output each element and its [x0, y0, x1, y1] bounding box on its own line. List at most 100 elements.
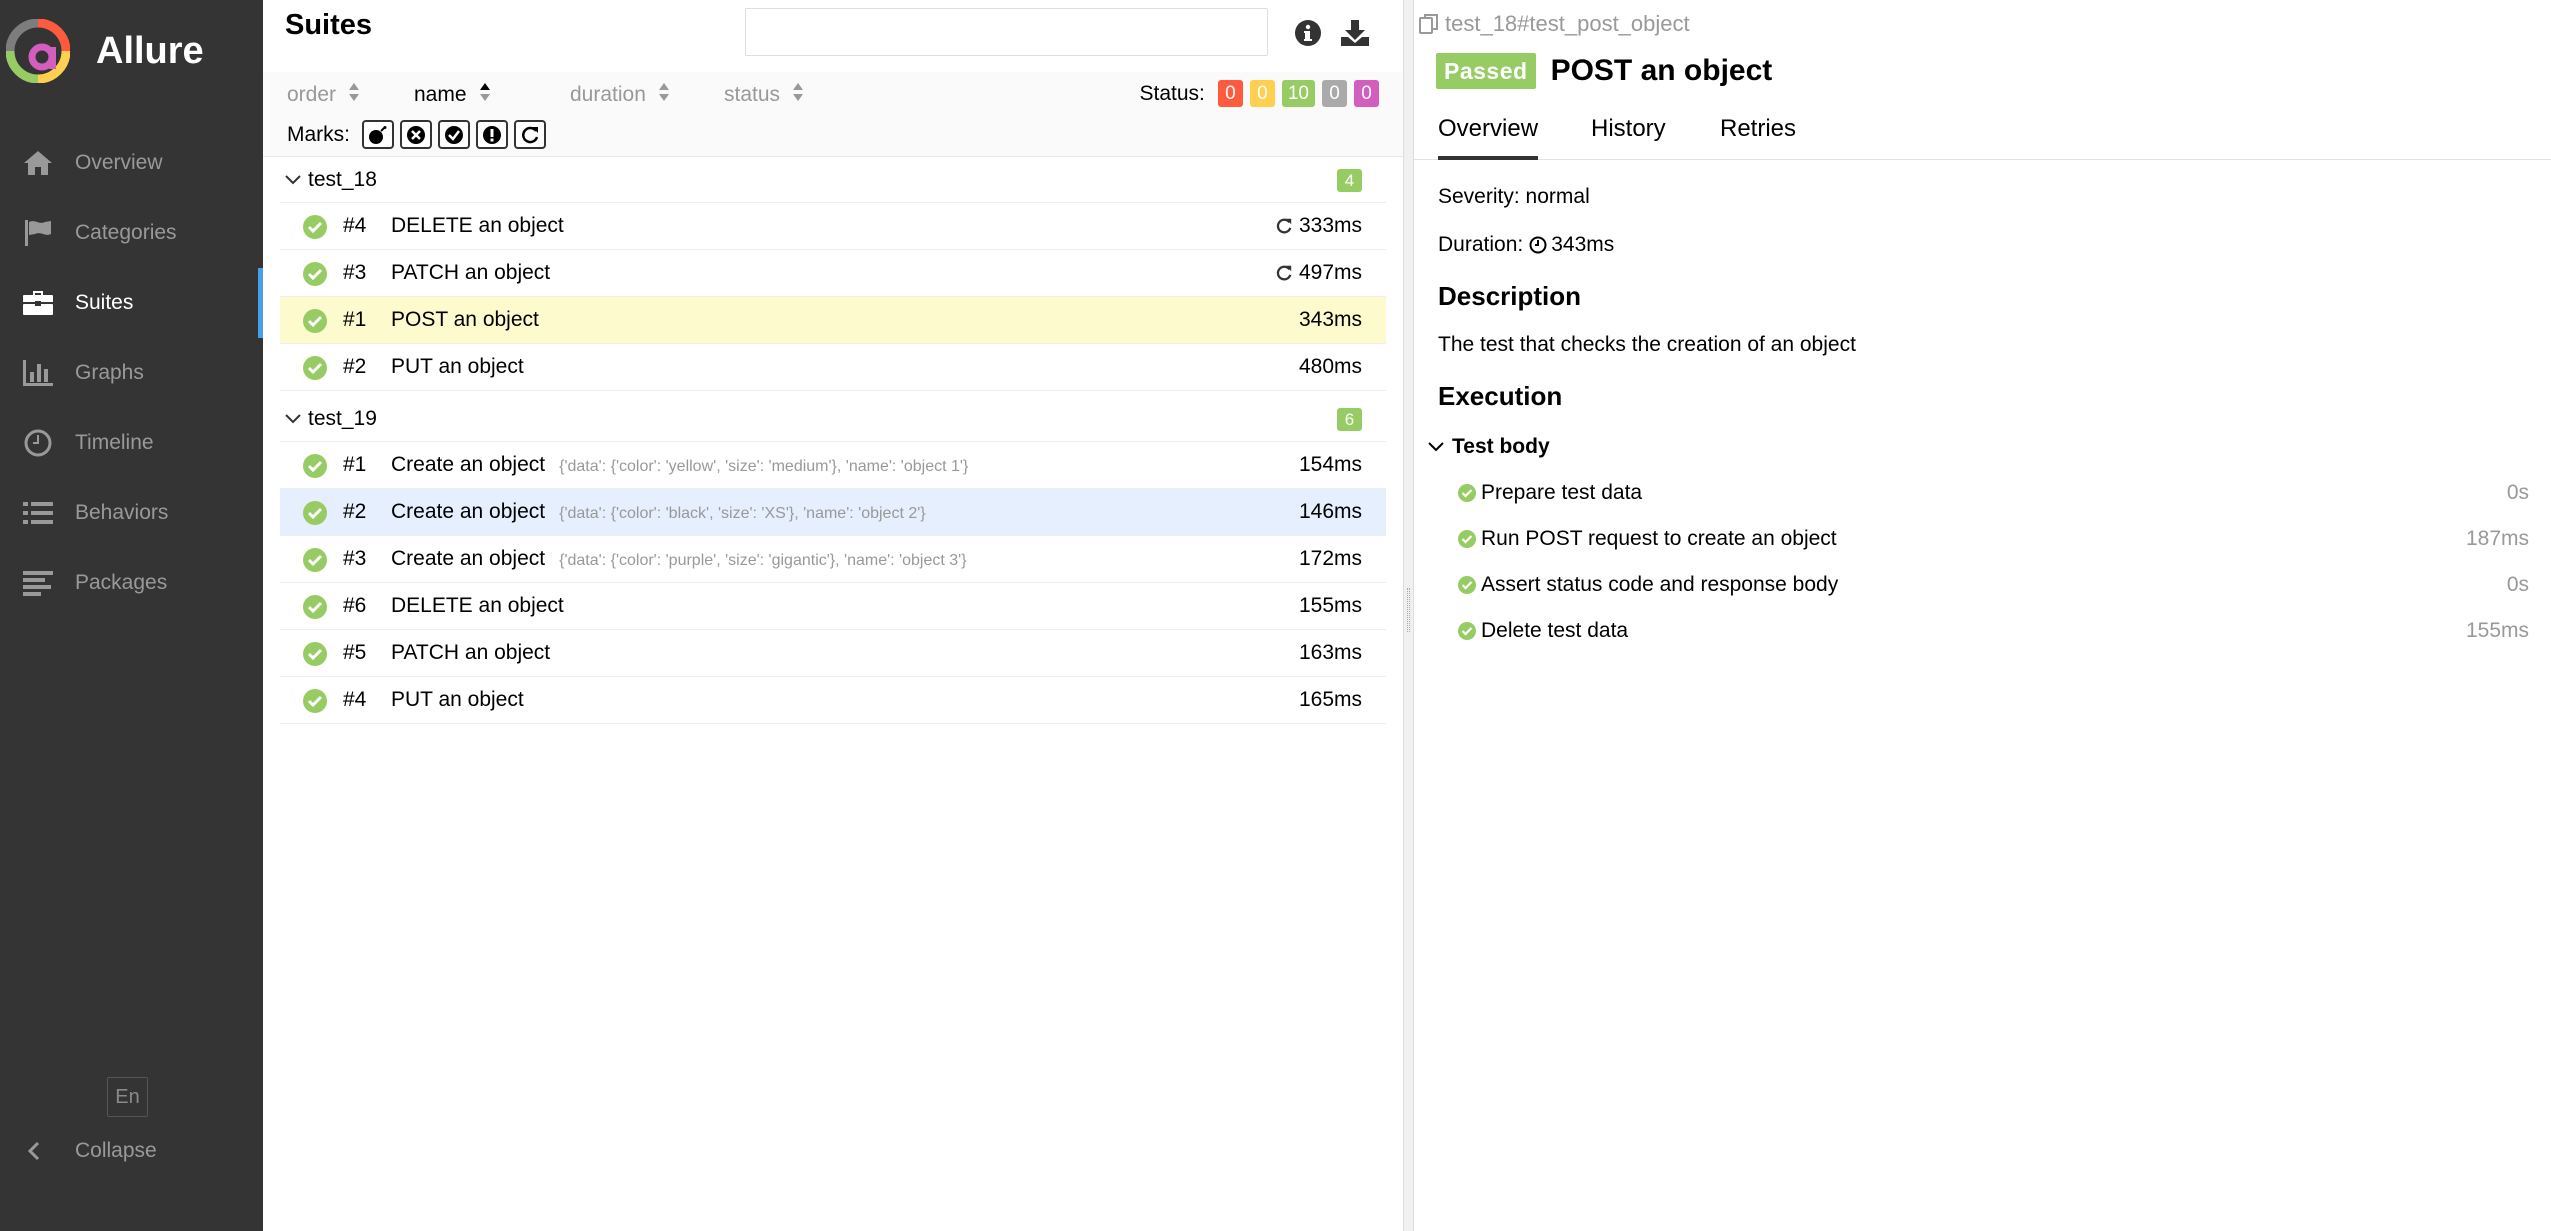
test-row[interactable]: #2 PUT an object 480ms: [280, 344, 1386, 391]
test-number: #4: [343, 688, 367, 711]
test-row-hovered[interactable]: #2 Create an object {'data': {'color': 'b…: [280, 489, 1386, 536]
step-duration: 187ms: [2465, 527, 2529, 550]
test-name-text: PUT an object: [391, 688, 524, 711]
sorter-label: order: [287, 83, 337, 106]
test-name-text: Create an object: [391, 453, 546, 476]
sort-icon: [792, 82, 804, 108]
status-failed-toggle[interactable]: 0: [1217, 80, 1243, 107]
test-row-selected[interactable]: #1 POST an object 343ms: [280, 297, 1386, 344]
sidebar-item-graphs[interactable]: Graphs: [0, 338, 263, 408]
search-input[interactable]: [745, 8, 1268, 56]
bomb-icon[interactable]: [362, 120, 394, 149]
test-body-toggle[interactable]: Test body: [1428, 435, 1550, 459]
chevron-down-icon: [284, 171, 302, 189]
step-name: Assert status code and response body: [1481, 573, 1839, 596]
test-row[interactable]: #4 PUT an object 165ms: [280, 677, 1386, 724]
test-row[interactable]: #3 PATCH an object 497ms: [280, 250, 1386, 297]
sort-icon: [479, 82, 491, 108]
sidebar-item-categories[interactable]: Categories: [0, 198, 263, 268]
exclamation-circle-icon[interactable]: [476, 120, 508, 149]
splitter-grip-icon[interactable]: [1407, 588, 1410, 632]
test-row[interactable]: #3 Create an object {'data': {'color': 'p…: [280, 536, 1386, 583]
pane-splitter[interactable]: [1403, 0, 1414, 1231]
page-title: Suites: [285, 9, 373, 41]
sorter-status[interactable]: status: [724, 82, 804, 108]
download-icon[interactable]: [1338, 16, 1372, 50]
duration-text: 165ms: [1298, 688, 1362, 711]
sidebar-item-behaviors[interactable]: Behaviors: [0, 478, 263, 548]
suites-tree: test_18 4 #4 DELETE an object 333ms #3 P…: [280, 157, 1386, 724]
times-circle-icon[interactable]: [400, 120, 432, 149]
sidebar-item-label: Categories: [75, 221, 177, 244]
test-row[interactable]: #5 PATCH an object 163ms: [280, 630, 1386, 677]
test-duration: 155ms: [1299, 594, 1362, 618]
brand-name: Allure: [96, 29, 204, 72]
test-number: #1: [343, 308, 367, 331]
refresh-icon[interactable]: [514, 120, 546, 149]
sidebar-item-packages[interactable]: Packages: [0, 548, 263, 618]
status-broken-toggle[interactable]: 0: [1249, 80, 1275, 107]
tab-history[interactable]: History: [1591, 115, 1666, 160]
briefcase-icon: [20, 285, 56, 321]
check-circle-icon[interactable]: [438, 120, 470, 149]
info-icon[interactable]: [1291, 16, 1325, 50]
language-button[interactable]: En: [107, 1077, 148, 1117]
clock-icon: [1529, 236, 1547, 254]
sidebar-item-label: Overview: [75, 151, 163, 174]
list-icon: [20, 495, 56, 531]
status-badge: Passed: [1436, 53, 1536, 89]
step-row[interactable]: Assert status code and response body 0s: [1458, 570, 2529, 600]
sorter-duration[interactable]: duration: [570, 82, 670, 108]
clock-icon: [20, 425, 56, 461]
test-detail-pane: test_18#test_post_object Passed POST an …: [1414, 0, 2551, 1231]
sidebar: Allure Overview Categories Suites Graphs: [0, 0, 263, 1231]
test-body-label: Test body: [1452, 435, 1550, 458]
severity-line: Severity: normal: [1438, 185, 1590, 209]
test-name-text: PUT an object: [391, 355, 524, 378]
duration-text: 172ms: [1298, 547, 1362, 570]
test-row[interactable]: #1 Create an object {'data': {'color': 'y…: [280, 442, 1386, 489]
retry-icon: [1276, 218, 1292, 234]
test-name: Create an object {'data': {'color': 'purp…: [391, 547, 967, 571]
sidebar-item-suites[interactable]: Suites: [0, 268, 263, 338]
collapse-button[interactable]: Collapse: [0, 1130, 263, 1172]
test-duration: 163ms: [1299, 641, 1362, 665]
passed-status-icon: [1458, 576, 1476, 594]
suite-name: test_19: [308, 406, 377, 430]
suite-group-header[interactable]: test_19 6: [280, 396, 1386, 442]
sorter-name[interactable]: name: [414, 82, 491, 108]
test-row[interactable]: #4 DELETE an object 333ms: [280, 203, 1386, 250]
sidebar-item-overview[interactable]: Overview: [0, 128, 263, 198]
brand[interactable]: Allure: [6, 19, 204, 83]
status-skipped-toggle[interactable]: 0: [1322, 80, 1347, 107]
tab-overview[interactable]: Overview: [1438, 115, 1539, 160]
tab-retries[interactable]: Retries: [1720, 115, 1796, 160]
test-name-text: DELETE an object: [391, 594, 564, 617]
test-params: {'data': {'color': 'black', 'size': 'XS'…: [559, 505, 926, 522]
test-row[interactable]: #6 DELETE an object 155ms: [280, 583, 1386, 630]
status-passed-toggle[interactable]: 10: [1281, 80, 1315, 107]
test-duration: 146ms: [1299, 500, 1362, 524]
allure-logo-icon: [6, 19, 70, 83]
test-params: {'data': {'color': 'yellow', 'size': 'me…: [559, 458, 969, 475]
sorter-order[interactable]: order: [287, 82, 360, 108]
step-row[interactable]: Prepare test data 0s: [1458, 478, 2529, 508]
sidebar-item-timeline[interactable]: Timeline: [0, 408, 263, 478]
passed-status-icon: [303, 356, 327, 380]
status-unknown-toggle[interactable]: 0: [1354, 80, 1379, 107]
test-name: PATCH an object: [391, 261, 550, 285]
step-row[interactable]: Run POST request to create an object 187…: [1458, 524, 2529, 554]
copy-icon[interactable]: [1419, 13, 1439, 35]
home-icon: [20, 145, 56, 181]
step-duration: 0s: [2506, 481, 2529, 504]
test-number: #2: [343, 500, 367, 523]
breadcrumb-text: test_18#test_post_object: [1445, 11, 1690, 36]
breadcrumb[interactable]: test_18#test_post_object: [1419, 11, 1690, 37]
passed-status-icon: [303, 548, 327, 572]
passed-status-icon: [303, 501, 327, 525]
step-row[interactable]: Delete test data 155ms: [1458, 616, 2529, 646]
suite-group-header[interactable]: test_18 4: [280, 157, 1386, 203]
test-name: DELETE an object: [391, 594, 564, 618]
test-number: #6: [343, 594, 367, 617]
duration-text: 146ms: [1298, 500, 1362, 523]
